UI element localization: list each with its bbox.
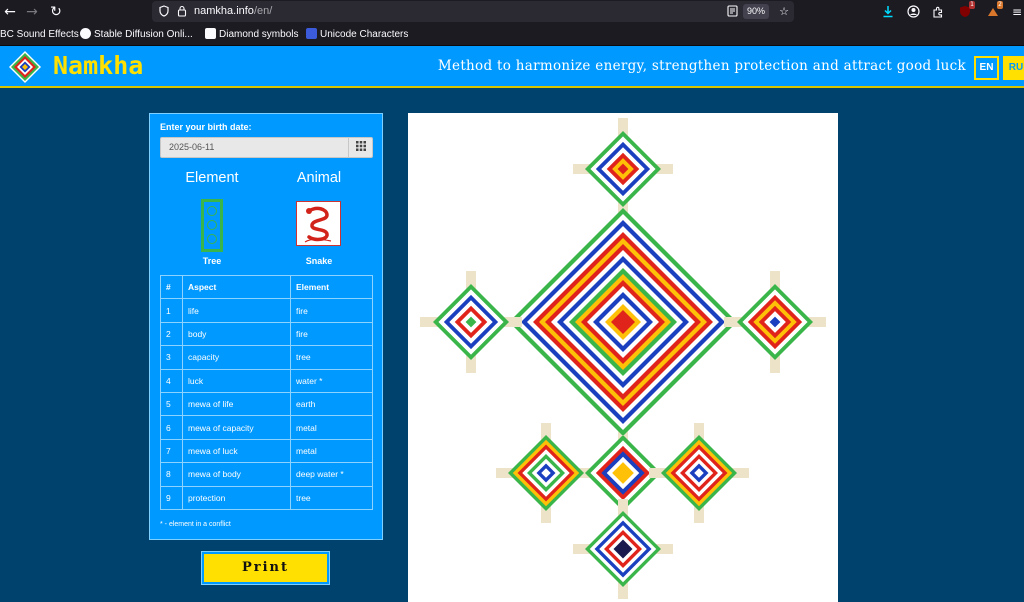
menu-icon[interactable]: ≡ xyxy=(1007,2,1024,22)
snake-animal-icon xyxy=(296,201,341,246)
row-aspect: protection xyxy=(182,485,291,510)
row-number: 9 xyxy=(160,485,183,510)
namkha-mandala xyxy=(420,118,826,599)
lock-icon[interactable] xyxy=(174,1,190,22)
row-number: 5 xyxy=(160,391,183,417)
namkha-logo-icon[interactable] xyxy=(8,50,42,84)
birth-info-panel: Enter your birth date: 2025-06-11 Elemen… xyxy=(149,113,383,540)
animal-heading: Animal xyxy=(296,170,342,186)
row-element: earth xyxy=(290,391,373,417)
birth-date-value: 2025-06-11 xyxy=(169,142,215,152)
ublock-badge: 1 xyxy=(969,1,975,9)
download-icon[interactable] xyxy=(878,2,898,22)
column-header-element: Element xyxy=(290,274,373,300)
table-row: 1 life fire xyxy=(160,298,373,323)
zoom-level[interactable]: 90% xyxy=(743,4,770,19)
extension-badge: 2 xyxy=(997,1,1003,9)
row-aspect: mewa of capacity xyxy=(182,415,291,440)
row-aspect: mewa of luck xyxy=(182,438,291,464)
bookmark-label: BC Sound Effects xyxy=(0,29,79,40)
row-element: tree xyxy=(290,485,373,510)
bookmark-item-diamond-symbols[interactable]: Diamond symbols xyxy=(205,24,298,46)
row-element: metal xyxy=(290,415,373,440)
bookmark-item-sound-effects[interactable]: BC Sound Effects xyxy=(0,24,79,46)
unicode-icon xyxy=(306,28,317,39)
table-row: 9 protection tree xyxy=(160,485,373,510)
back-icon[interactable]: ← xyxy=(0,2,20,22)
bookmark-label: Diamond symbols xyxy=(219,29,299,40)
shield-icon[interactable] xyxy=(156,1,172,22)
row-element: metal xyxy=(290,438,373,464)
reload-icon[interactable]: ↻ xyxy=(46,2,66,22)
row-number: 6 xyxy=(160,415,183,440)
tree-dot xyxy=(207,220,217,230)
conflict-note: * - element in a conflict xyxy=(160,521,231,528)
extension-fox-icon[interactable]: 2 xyxy=(983,1,1003,22)
site-header: Namkha Method to harmonize energy, stren… xyxy=(0,46,1024,88)
row-number: 2 xyxy=(160,321,183,347)
row-element: water * xyxy=(290,368,373,393)
table-row: 2 body fire xyxy=(160,321,373,347)
print-button[interactable]: Print xyxy=(201,551,330,585)
bookmark-star-icon[interactable]: ☆ xyxy=(776,1,792,22)
birth-date-input[interactable]: 2025-06-11 xyxy=(160,137,373,158)
row-aspect: mewa of life xyxy=(182,391,291,417)
row-number: 3 xyxy=(160,345,183,370)
row-number: 4 xyxy=(160,368,183,393)
bookmark-label: Stable Diffusion Onli... xyxy=(94,29,193,40)
table-row: 5 mewa of life earth xyxy=(160,391,373,417)
browser-toolbar: ← → ↻ namkha.info/en/ 90% ☆ 1 2 ≡ xyxy=(0,0,1024,24)
aspects-table: # Aspect Element 1 life fire 2 body fire 3 ca… xyxy=(160,274,373,510)
reader-view-icon[interactable] xyxy=(724,1,740,22)
table-row: 8 mewa of body deep water * xyxy=(160,462,373,487)
language-ru-button[interactable]: RU xyxy=(1003,56,1024,80)
row-element: fire xyxy=(290,298,373,323)
element-name: Tree xyxy=(202,256,222,266)
table-row: 4 luck water * xyxy=(160,368,373,393)
site-tagline: Method to harmonize energy, strengthen p… xyxy=(437,58,966,74)
stable-diffusion-icon xyxy=(80,28,91,39)
table-header-row: # Aspect Element xyxy=(160,274,373,300)
row-aspect: body xyxy=(182,321,291,347)
element-heading: Element xyxy=(185,170,239,186)
forward-icon[interactable]: → xyxy=(22,2,42,22)
column-header-number: # xyxy=(160,274,183,300)
row-aspect: capacity xyxy=(182,345,291,370)
extensions-icon[interactable] xyxy=(928,2,948,22)
animal-name: Snake xyxy=(305,256,333,266)
table-row: 3 capacity tree xyxy=(160,345,373,370)
row-element: tree xyxy=(290,345,373,370)
row-number: 8 xyxy=(160,462,183,487)
row-number: 1 xyxy=(160,298,183,323)
site-title[interactable]: Namkha xyxy=(53,50,143,82)
calendar-icon[interactable] xyxy=(348,138,372,157)
diamond-symbols-icon xyxy=(205,28,216,39)
row-aspect: mewa of body xyxy=(182,462,291,487)
account-icon[interactable] xyxy=(903,2,923,22)
tree-dot xyxy=(207,206,217,216)
table-row: 7 mewa of luck metal xyxy=(160,438,373,464)
bookmark-label: Unicode Characters xyxy=(320,29,409,40)
ublock-icon[interactable]: 1 xyxy=(955,1,975,22)
row-element: deep water * xyxy=(290,462,373,487)
namkha-canvas xyxy=(408,113,838,602)
url-bar[interactable]: namkha.info/en/ 90% ☆ xyxy=(152,1,794,22)
tree-element-icon xyxy=(201,199,223,252)
bookmarks-bar: BC Sound Effects Stable Diffusion Onli..… xyxy=(0,24,1024,46)
birth-date-label: Enter your birth date: xyxy=(160,122,252,132)
language-en-button[interactable]: EN xyxy=(974,56,999,80)
bookmark-item-unicode-characters[interactable]: Unicode Characters xyxy=(306,24,408,46)
row-element: fire xyxy=(290,321,373,347)
tree-dot xyxy=(207,234,217,244)
row-aspect: luck xyxy=(182,368,291,393)
column-header-aspect: Aspect xyxy=(182,274,291,300)
bookmark-item-stable-diffusion[interactable]: Stable Diffusion Onli... xyxy=(80,24,193,46)
row-number: 7 xyxy=(160,438,183,464)
url-text: namkha.info/en/ xyxy=(194,5,273,17)
row-aspect: life xyxy=(182,298,291,323)
table-row: 6 mewa of capacity metal xyxy=(160,415,373,440)
